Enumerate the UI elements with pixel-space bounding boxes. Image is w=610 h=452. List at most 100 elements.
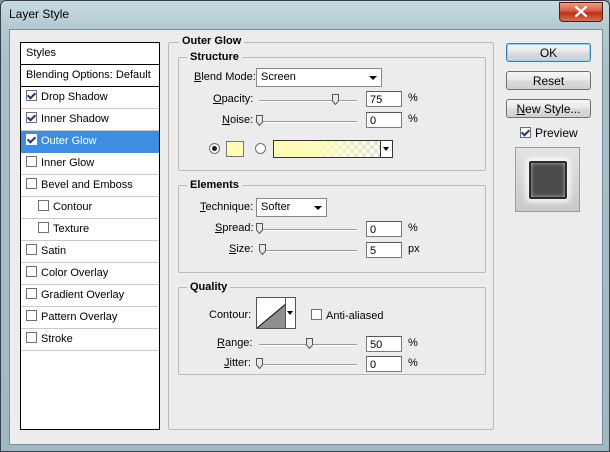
styles-item-satin[interactable]: Satin (21, 241, 159, 263)
anti-aliased-checkbox[interactable]: Anti-aliased (311, 309, 383, 322)
styles-items: Drop Shadow Inner Shadow Outer Glow Inner G… (21, 87, 159, 351)
size-input[interactable]: 5 (366, 242, 402, 258)
title-bar[interactable]: Layer Style (1, 1, 609, 27)
opacity-unit: % (408, 92, 418, 104)
structure-group: Structure Blend Mode: Screen Opacity: 75… (178, 51, 486, 171)
glow-gradient-picker[interactable] (273, 140, 393, 158)
styles-item-outer-glow[interactable]: Outer Glow (21, 131, 159, 153)
noise-label: Noise: (222, 114, 254, 126)
styles-item-checkbox[interactable] (26, 332, 37, 343)
spread-slider-thumb[interactable] (256, 223, 263, 234)
technique-label: Technique: (200, 201, 254, 213)
styles-item-checkbox[interactable] (26, 244, 37, 255)
opacity-slider-track[interactable] (259, 100, 357, 102)
styles-list: Styles Blending Options: Default Drop Sh… (20, 42, 160, 430)
technique-value: Softer (261, 201, 291, 213)
styles-item-checkbox[interactable] (26, 178, 37, 189)
dialog-client-area: Styles Blending Options: Default Drop Sh… (9, 29, 603, 445)
styles-item-label: Inner Shadow (41, 113, 109, 125)
styles-item-label: Outer Glow (41, 135, 97, 147)
spread-slider-track[interactable] (259, 229, 357, 231)
elements-group: Elements Technique: Softer Spread: 0 % S… (178, 179, 486, 273)
reset-button[interactable]: Reset (506, 71, 591, 90)
close-button[interactable] (559, 2, 603, 22)
range-label: Range: (217, 337, 253, 349)
jitter-input[interactable]: 0 (366, 356, 402, 372)
contour-label: Contour: (209, 309, 252, 321)
spread-label: Spread: (215, 222, 254, 234)
styles-item-inner-glow[interactable]: Inner Glow (21, 153, 159, 175)
jitter-unit: % (408, 357, 418, 369)
styles-item-checkbox[interactable] (26, 266, 37, 277)
styles-item-texture[interactable]: Texture (21, 219, 159, 241)
blend-mode-select[interactable]: Screen (256, 68, 382, 87)
spread-input[interactable]: 0 (366, 221, 402, 237)
glow-color-swatch[interactable] (226, 141, 244, 157)
noise-slider-thumb[interactable] (256, 115, 263, 126)
jitter-slider-track[interactable] (259, 364, 357, 366)
contour-dropdown-arrow[interactable] (285, 297, 296, 329)
technique-select[interactable]: Softer (256, 198, 327, 217)
jitter-slider-thumb[interactable] (256, 358, 263, 369)
solid-color-radio[interactable] (209, 143, 220, 154)
noise-slider-track[interactable] (259, 121, 357, 123)
styles-item-checkbox[interactable] (38, 222, 49, 233)
noise-unit: % (408, 113, 418, 125)
spread-unit: % (408, 222, 418, 234)
styles-header[interactable]: Styles (21, 43, 159, 65)
style-preview-thumbnail (515, 147, 580, 212)
styles-item-label: Color Overlay (41, 267, 109, 279)
new-style-button[interactable]: New Style... (506, 99, 591, 118)
styles-item-checkbox[interactable] (38, 200, 49, 211)
close-icon (575, 6, 587, 17)
styles-item-checkbox[interactable] (26, 90, 37, 101)
noise-input[interactable]: 0 (366, 112, 402, 128)
styles-item-gradient-overlay[interactable]: Gradient Overlay (21, 285, 159, 307)
outer-glow-group: Outer Glow Structure Blend Mode: Screen … (168, 35, 494, 430)
outer-glow-title: Outer Glow (179, 35, 245, 47)
preview-swatch (529, 161, 567, 199)
styles-item-bevel-and-emboss[interactable]: Bevel and Emboss (21, 175, 159, 197)
styles-item-checkbox[interactable] (26, 134, 37, 145)
styles-item-label: Texture (53, 223, 90, 235)
size-unit: px (408, 243, 420, 255)
styles-item-contour[interactable]: Contour (21, 197, 159, 219)
jitter-label: Jitter: (224, 357, 251, 369)
anti-aliased-checkbox-box[interactable] (311, 309, 322, 320)
layer-style-window: Layer Style Styles Blending Options: Def… (0, 0, 610, 452)
structure-title: Structure (187, 51, 242, 63)
chevron-down-icon (314, 206, 322, 210)
styles-item-checkbox[interactable] (26, 288, 37, 299)
size-slider-track[interactable] (259, 250, 357, 252)
styles-item-inner-shadow[interactable]: Inner Shadow (21, 109, 159, 131)
styles-item-label: Satin (41, 245, 67, 257)
blend-mode-value: Screen (261, 71, 296, 83)
styles-item-label: Inner Glow (41, 157, 95, 169)
styles-item-drop-shadow[interactable]: Drop Shadow (21, 87, 159, 109)
opacity-slider-thumb[interactable] (332, 94, 339, 105)
styles-item-label: Contour (53, 201, 93, 213)
styles-item-label: Pattern Overlay (41, 311, 118, 323)
gradient-dropdown-arrow[interactable] (380, 140, 393, 158)
blending-options-item[interactable]: Blending Options: Default (21, 65, 159, 87)
opacity-input[interactable]: 75 (366, 91, 402, 107)
range-input[interactable]: 50 (366, 336, 402, 352)
ok-button[interactable]: OK (506, 43, 591, 62)
range-slider-thumb[interactable] (306, 338, 313, 349)
anti-aliased-label: Anti-aliased (326, 310, 384, 322)
preview-checkbox[interactable]: Preview (520, 126, 578, 140)
styles-item-checkbox[interactable] (26, 310, 37, 321)
opacity-label: Opacity: (213, 93, 254, 105)
quality-title: Quality (187, 281, 231, 293)
styles-item-label: Stroke (41, 333, 73, 345)
gradient-radio[interactable] (255, 143, 266, 154)
size-slider-thumb[interactable] (259, 244, 266, 255)
styles-item-checkbox[interactable] (26, 112, 37, 123)
styles-item-checkbox[interactable] (26, 156, 37, 167)
styles-item-color-overlay[interactable]: Color Overlay (21, 263, 159, 285)
styles-item-pattern-overlay[interactable]: Pattern Overlay (21, 307, 159, 329)
styles-item-label: Bevel and Emboss (41, 179, 133, 191)
styles-item-stroke[interactable]: Stroke (21, 329, 159, 351)
preview-label: Preview (535, 126, 578, 140)
preview-checkbox-box[interactable] (520, 127, 531, 138)
